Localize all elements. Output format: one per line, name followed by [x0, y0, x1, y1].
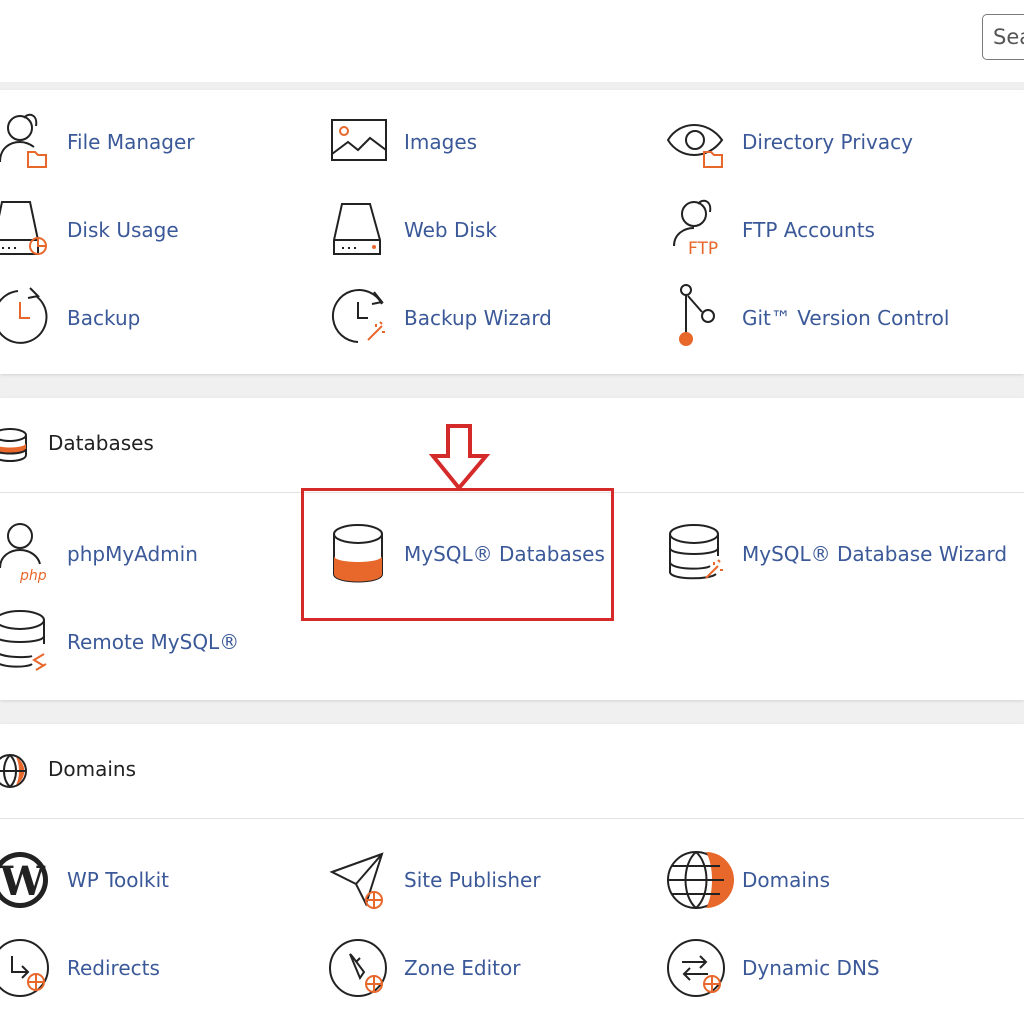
item-label: Site Publisher: [404, 868, 541, 892]
item-label: Zone Editor: [404, 956, 521, 980]
wordpress-icon: W: [0, 852, 48, 908]
phpmyadmin-icon: php: [0, 523, 47, 584]
mysql-database-wizard-icon: [669, 524, 723, 580]
item-label: MySQL® Database Wizard: [742, 542, 1008, 566]
backup-icon: [0, 287, 48, 344]
ftp-accounts-icon: FTP: [673, 199, 718, 259]
item-label: Remote MySQL®: [67, 630, 240, 654]
svg-text:FTP: FTP: [688, 239, 718, 259]
domains-header: Domains: [0, 724, 1024, 819]
section-title: Domains: [48, 757, 137, 781]
remote-mysql-icon: [0, 610, 47, 671]
svg-text:W: W: [0, 858, 46, 905]
backup-wizard-icon: [332, 289, 385, 343]
item-label: Web Disk: [404, 218, 497, 242]
section-title: Databases: [48, 431, 154, 455]
search-input[interactable]: Sea: [982, 14, 1024, 60]
globe-icon: [667, 851, 734, 909]
domains-panel: Domains W WP Toolkit Site Publisher Doma…: [0, 724, 1024, 1024]
item-label: Directory Privacy: [742, 130, 913, 154]
git-version-control-icon: [679, 284, 715, 346]
item-label: Backup Wizard: [404, 306, 552, 330]
item-label: Disk Usage: [67, 218, 179, 242]
web-disk-icon: [333, 203, 381, 255]
top-bar: Sea: [0, 0, 1024, 82]
images-icon: [331, 119, 387, 161]
item-label: Images: [404, 130, 478, 154]
item-label: phpMyAdmin: [67, 542, 198, 566]
item-label: File Manager: [67, 130, 195, 154]
svg-text:php: php: [19, 568, 47, 584]
database-icon: [0, 428, 27, 462]
item-label: WP Toolkit: [67, 868, 170, 892]
item-label: Domains: [742, 868, 831, 892]
item-label: Redirects: [67, 956, 160, 980]
item-label: Backup: [67, 306, 141, 330]
globe-icon: [0, 754, 27, 788]
file-manager-icon: [0, 113, 47, 168]
item-label: Git™ Version Control: [742, 306, 950, 330]
directory-privacy-icon: [666, 124, 724, 168]
site-publisher-icon: [329, 852, 384, 909]
item-label: Dynamic DNS: [742, 956, 880, 980]
redirects-icon: [0, 939, 49, 997]
files-panel: File Manager Images Directory Privacy Di…: [0, 90, 1024, 374]
dynamic-dns-icon: [667, 939, 725, 997]
highlight-box: [301, 488, 614, 621]
item-label: FTP Accounts: [742, 218, 875, 242]
down-arrow-icon: [428, 424, 491, 492]
databases-header: Databases: [0, 398, 1024, 493]
disk-usage-icon: [0, 201, 47, 255]
zone-editor-icon: [329, 939, 387, 997]
